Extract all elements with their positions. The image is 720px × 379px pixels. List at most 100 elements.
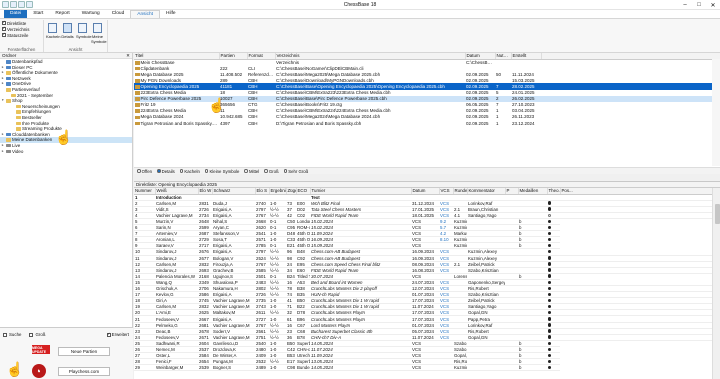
- expand-icon[interactable]: ▸: [1, 132, 5, 138]
- game-column-header[interactable]: Züge: [286, 188, 297, 195]
- database-list-scrollbar[interactable]: [712, 59, 720, 166]
- db-cell: Tigran Petrosian and Boris Spassky.cbh: [134, 120, 219, 126]
- view-button[interactable]: Details: [61, 23, 74, 39]
- game-cell: Vachier Lagrave,M: [155, 212, 198, 219]
- game-column-header[interactable]: Elo S: [255, 188, 270, 195]
- view-mode-option[interactable]: Sehr Groß: [283, 169, 308, 174]
- new-games-button[interactable]: Neue Partien: [58, 347, 110, 356]
- db-column-header[interactable]: Nutzu...: [495, 53, 512, 60]
- game-cell: D48: [286, 230, 296, 238]
- view-mode-option[interactable]: Kleine Symbole: [204, 169, 239, 174]
- db-cell-text: Tigran Petrosian and Boris Spassky.cbh: [140, 120, 220, 126]
- theory-dot-icon: [548, 237, 552, 242]
- panel-close-icon[interactable]: ✕: [126, 53, 130, 59]
- search-checkbox[interactable]: [3, 332, 7, 337]
- radio-icon[interactable]: [157, 169, 161, 173]
- expand-icon[interactable]: ▾: [1, 98, 5, 104]
- db-cell: 23.12.2024: [511, 120, 541, 126]
- game-column-header[interactable]: Theo...: [547, 188, 561, 195]
- expand-icon[interactable]: ▸: [1, 81, 5, 87]
- radio-icon[interactable]: [179, 169, 184, 173]
- db-cell-text: 02.09.2025: [466, 71, 489, 77]
- game-row[interactable]: 29 Weinbarger,M 2539 Bogner,S 2489 1-0 C98 Bund…: [134, 364, 712, 372]
- db-cell-text: 23.12.2024: [512, 120, 535, 126]
- db-cell-text: 5: [496, 90, 499, 96]
- view-button[interactable]: Kacheln: [46, 23, 60, 39]
- option-checkbox[interactable]: ✓: [2, 21, 6, 25]
- size-checkbox[interactable]: [29, 332, 34, 337]
- radio-icon[interactable]: [264, 169, 268, 173]
- db-cell-text: 02.09.2025: [466, 120, 489, 126]
- db-cell-text: Pirc Defence Powerbase 2025: [140, 96, 202, 102]
- extended-checkbox[interactable]: ✓: [106, 332, 111, 337]
- view-mode-option[interactable]: Mittel: [244, 169, 259, 174]
- view-mode-option[interactable]: Kacheln: [179, 169, 200, 174]
- minimize-icon[interactable]: –: [678, 0, 692, 10]
- menu-tab-5[interactable]: Ansicht: [130, 10, 160, 18]
- game-list-scrollbar[interactable]: [712, 188, 720, 379]
- playchess-button[interactable]: Playchess.com: [58, 367, 110, 376]
- database-icon: [135, 78, 140, 83]
- db-cell-text: CLI: [248, 65, 256, 71]
- option-checkbox[interactable]: ✓: [2, 27, 6, 31]
- theory-dot-icon: [548, 201, 552, 205]
- radio-icon[interactable]: [137, 169, 141, 173]
- maximize-icon[interactable]: □: [692, 0, 706, 10]
- db-cell-text: C:\ChessBase\NoGamer\ClipDB\CBMain.cli: [276, 65, 364, 71]
- view-mode-option[interactable]: Offen: [137, 169, 152, 174]
- game-column-header[interactable]: Elo W: [198, 188, 213, 195]
- game-cell: ROM-ch7 Mamaia: [296, 224, 310, 232]
- db-cell-text: CBH: [248, 90, 258, 96]
- folder-icon: [16, 115, 21, 120]
- view-mode-option[interactable]: Groß: [264, 169, 279, 174]
- database-icon: [135, 109, 140, 113]
- game-cell: [560, 334, 712, 341]
- folder-panel-title: Ordner: [2, 53, 17, 58]
- ribbon-option[interactable]: ✓ Statuszeile: [2, 32, 43, 38]
- new-games-label: Neue Partien: [70, 349, 98, 354]
- theory-dot-icon: [548, 244, 552, 248]
- option-checkbox[interactable]: ✓: [2, 33, 6, 37]
- radio-icon[interactable]: [244, 169, 248, 173]
- playchess-logo[interactable]: ♞: [32, 364, 46, 378]
- database-icon: [135, 66, 140, 71]
- game-cell: C50: [286, 218, 296, 226]
- radio-icon[interactable]: [283, 169, 288, 173]
- database-table: Titel Partien Format Verzeichnis Datum Nutzu.…: [134, 53, 720, 126]
- mega-update-badge[interactable]: MEGA UPDATE: [32, 345, 50, 354]
- cursor-hand-icon: ☝: [6, 361, 24, 377]
- view-button[interactable]: Symbole: [76, 23, 92, 39]
- scrollbar-thumb[interactable]: [714, 204, 720, 224]
- radio-icon[interactable]: [204, 169, 209, 173]
- tree-item[interactable]: ▸ Video: [0, 149, 132, 155]
- menu-tab-1[interactable]: Start: [27, 10, 49, 18]
- game-cell: Vachier Lagrave,M: [212, 334, 255, 341]
- menu-tab-0[interactable]: Datei: [4, 10, 28, 18]
- game-cell: Titled Tuesday intern op 30th Jul Late b…: [296, 273, 310, 280]
- view-mode-option[interactable]: Details: [157, 169, 175, 174]
- game-row[interactable]: 24 Fedoseev,V 2671 Vachier Lagrave,M 2751 ½-½…: [134, 334, 712, 341]
- game-cell: Gaponenko,Sergey: [467, 279, 505, 287]
- game-row[interactable]: 4 Vachier Lagrave,M 2734 Erigaisi,A 2767 ½-½ 4…: [134, 212, 712, 219]
- db-cell-text: 02.09.2025: [466, 77, 489, 83]
- db-cell-text: C:\ChessBase\Download\MyPGNDownloads.cbh: [276, 77, 374, 83]
- menu-tab-4[interactable]: Cloud: [106, 10, 131, 18]
- db-cell-text: 289: [220, 77, 228, 83]
- game-column-header[interactable]: Runde: [453, 188, 468, 195]
- game-cell: C98: [286, 364, 296, 372]
- menu-tab-6[interactable]: Hilfe: [160, 10, 182, 18]
- game-cell: Utrecht OKU op 48th: [296, 352, 310, 360]
- db-cell-text: 10.942.685: [220, 114, 243, 120]
- menu-tab-2[interactable]: Report: [49, 10, 75, 18]
- game-row[interactable]: 13 Sindarov,J 2693 Grachev,B 2585 ½-½ 34 E60 FID…: [134, 267, 712, 274]
- cursor-hand-icon: ☝: [208, 97, 226, 113]
- view-button[interactable]: Meine Symbole: [91, 23, 107, 44]
- expand-icon[interactable]: ▸: [1, 149, 5, 155]
- database-row[interactable]: Tigran Petrosian and Boris Spassky.cbh 43…: [134, 120, 720, 126]
- game-column-header[interactable]: Ergebnis: [269, 188, 287, 195]
- options-group: ✓ Direktliste ✓ Verzeichnis ✓ Statuszeile Fen…: [0, 20, 44, 52]
- menu-tab-3[interactable]: Wartung: [76, 10, 106, 18]
- theory-dot-icon: [548, 256, 552, 260]
- close-icon[interactable]: ✕: [706, 0, 720, 10]
- db-cell-text: Fritz 19: [140, 102, 156, 108]
